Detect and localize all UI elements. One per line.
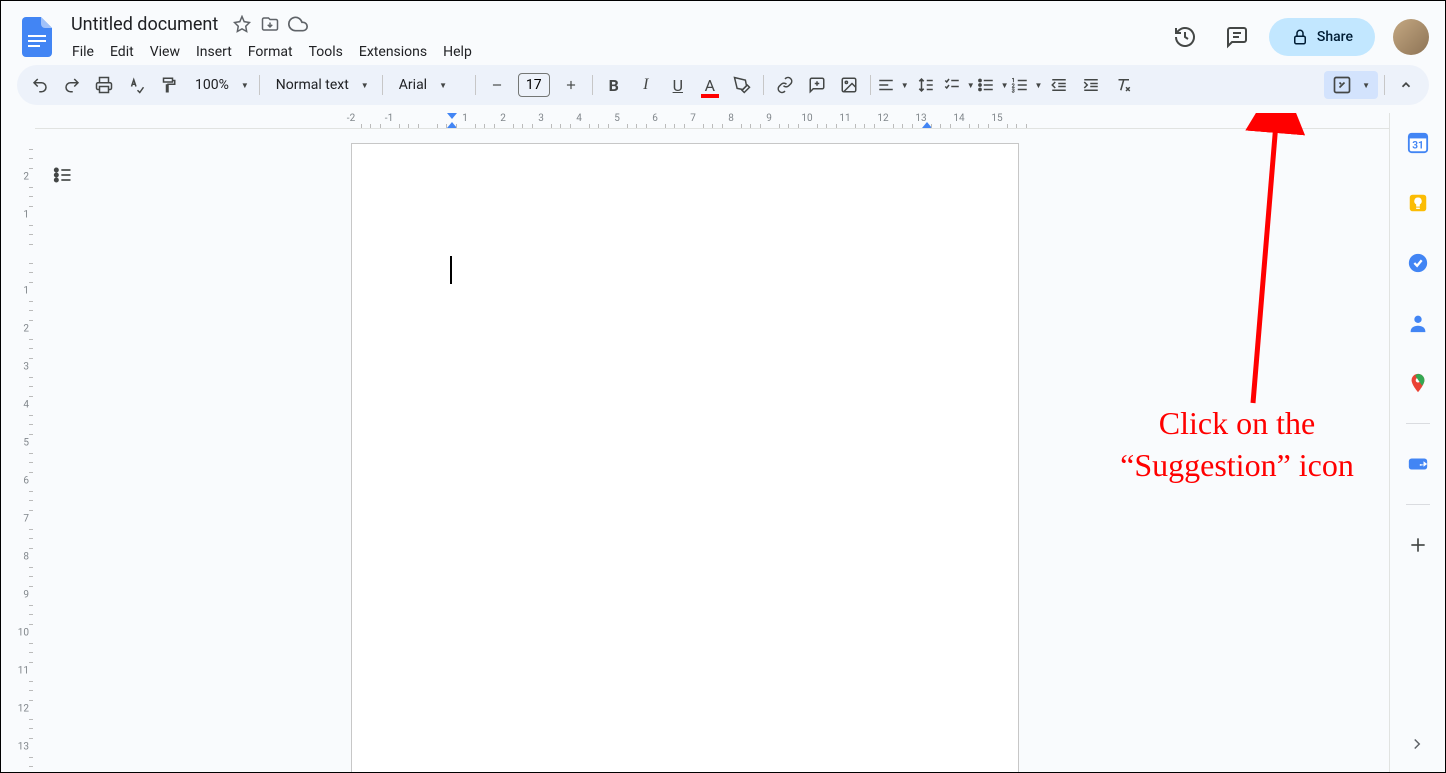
side-panel-divider — [1406, 423, 1430, 424]
undo-button[interactable] — [25, 70, 55, 100]
main-area: -2-1123456789101112131415 21123456789101… — [1, 113, 1445, 772]
hide-side-panel-button[interactable] — [1397, 724, 1437, 764]
underline-button[interactable]: U — [663, 70, 693, 100]
clear-formatting-button[interactable] — [1108, 70, 1138, 100]
interpreter-app-icon[interactable] — [1398, 444, 1438, 484]
align-button[interactable]: ▼ — [877, 70, 909, 100]
keep-app-icon[interactable] — [1398, 183, 1438, 223]
paragraph-style-dropdown[interactable]: Normal text ▼ — [266, 70, 376, 100]
separator — [382, 75, 383, 95]
insert-image-button[interactable] — [834, 70, 864, 100]
bulleted-list-button[interactable]: ▼ — [977, 70, 1009, 100]
toolbar-container: 100% ▼ Normal text ▼ Arial ▼ 17 B I U A … — [1, 65, 1445, 113]
share-label: Share — [1317, 29, 1353, 45]
increase-font-button[interactable] — [556, 70, 586, 100]
text-color-button[interactable]: A — [695, 70, 725, 100]
numbered-list-button[interactable]: 123▼ — [1011, 70, 1043, 100]
text-cursor — [450, 256, 452, 284]
horizontal-ruler[interactable]: -2-1123456789101112131415 — [35, 113, 1389, 129]
font-dropdown[interactable]: Arial ▼ — [389, 70, 469, 100]
page[interactable] — [351, 143, 1019, 772]
menu-file[interactable]: File — [65, 40, 101, 64]
chevron-down-icon: ▼ — [361, 81, 369, 90]
spellcheck-button[interactable] — [121, 70, 151, 100]
side-panel: 31 — [1389, 113, 1445, 772]
menu-view[interactable]: View — [143, 40, 187, 64]
menu-tools[interactable]: Tools — [302, 40, 350, 64]
annotation-text: Click on the “Suggestion” icon — [1077, 403, 1389, 486]
title-area: Untitled document File Edit View Insert … — [65, 10, 1165, 64]
chevron-down-icon: ▼ — [241, 81, 249, 90]
insert-comment-button[interactable] — [802, 70, 832, 100]
document-title[interactable]: Untitled document — [65, 12, 224, 37]
separator — [592, 75, 593, 95]
user-avatar[interactable] — [1393, 19, 1429, 55]
insert-link-button[interactable] — [770, 70, 800, 100]
menu-extensions[interactable]: Extensions — [352, 40, 434, 64]
zoom-value: 100% — [189, 77, 235, 93]
zoom-dropdown[interactable]: 100% ▼ — [185, 70, 253, 100]
separator — [259, 75, 260, 95]
separator — [870, 75, 871, 95]
redo-button[interactable] — [57, 70, 87, 100]
document-outline-button[interactable] — [49, 161, 77, 189]
menu-help[interactable]: Help — [436, 40, 479, 64]
menu-bar: File Edit View Insert Format Tools Exten… — [65, 38, 1165, 64]
get-addons-button[interactable] — [1398, 525, 1438, 565]
move-icon[interactable] — [260, 14, 280, 34]
decrease-font-button[interactable] — [482, 70, 512, 100]
svg-text:3: 3 — [1011, 89, 1014, 95]
share-button[interactable]: Share — [1269, 18, 1375, 56]
decrease-indent-button[interactable] — [1044, 70, 1074, 100]
first-line-indent-marker[interactable] — [447, 113, 457, 119]
toolbar: 100% ▼ Normal text ▼ Arial ▼ 17 B I U A … — [17, 65, 1429, 105]
checklist-button[interactable]: ▼ — [943, 70, 975, 100]
cloud-status-icon[interactable] — [288, 14, 308, 34]
svg-text:31: 31 — [1412, 141, 1424, 152]
document-canvas: -2-1123456789101112131415 21123456789101… — [1, 113, 1389, 772]
bold-button[interactable]: B — [599, 70, 629, 100]
docs-logo[interactable] — [17, 17, 57, 57]
editing-mode-button[interactable]: ▼ — [1324, 71, 1378, 99]
vertical-ruler[interactable]: 2112345678910111213 — [1, 129, 35, 772]
tasks-app-icon[interactable] — [1398, 243, 1438, 283]
separator — [475, 75, 476, 95]
suggestion-mode-icon — [1332, 75, 1352, 95]
print-button[interactable] — [89, 70, 119, 100]
menu-edit[interactable]: Edit — [103, 40, 141, 64]
comments-icon[interactable] — [1217, 17, 1257, 57]
font-value: Arial — [393, 77, 433, 93]
history-icon[interactable] — [1165, 17, 1205, 57]
contacts-app-icon[interactable] — [1398, 303, 1438, 343]
font-size-input[interactable]: 17 — [518, 73, 550, 97]
side-panel-divider — [1406, 504, 1430, 505]
increase-indent-button[interactable] — [1076, 70, 1106, 100]
paint-format-button[interactable] — [153, 70, 183, 100]
italic-button[interactable]: I — [631, 70, 661, 100]
highlight-button[interactable] — [727, 70, 757, 100]
style-value: Normal text — [270, 77, 355, 93]
chevron-down-icon: ▼ — [1362, 81, 1370, 90]
header-bar: Untitled document File Edit View Insert … — [1, 1, 1445, 65]
separator — [1384, 75, 1385, 95]
menu-format[interactable]: Format — [241, 40, 300, 64]
separator — [763, 75, 764, 95]
calendar-app-icon[interactable]: 31 — [1398, 123, 1438, 163]
star-icon[interactable] — [232, 14, 252, 34]
collapse-toolbar-button[interactable] — [1391, 70, 1421, 100]
header-right: Share — [1165, 17, 1429, 57]
line-spacing-button[interactable] — [911, 70, 941, 100]
menu-insert[interactable]: Insert — [189, 40, 239, 64]
maps-app-icon[interactable] — [1398, 363, 1438, 403]
chevron-down-icon: ▼ — [439, 81, 447, 90]
